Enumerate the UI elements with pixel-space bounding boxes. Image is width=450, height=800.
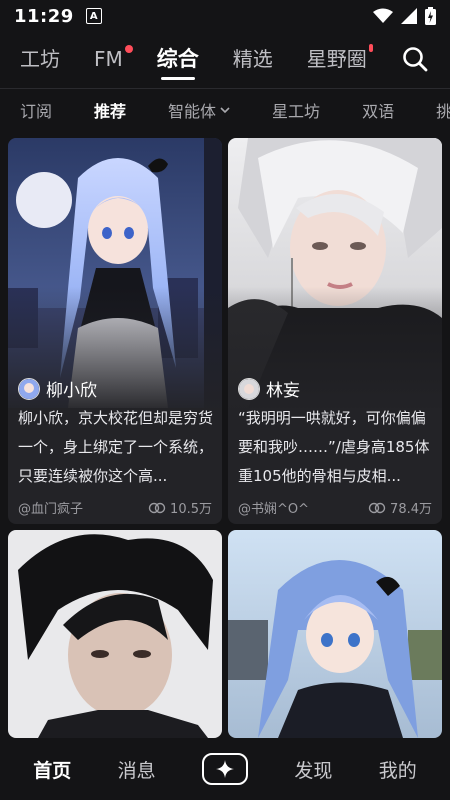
views-icon (368, 502, 386, 513)
tab-label: FM (94, 47, 123, 71)
nav-discover[interactable]: 发现 (294, 756, 332, 783)
subtab-agents[interactable]: 智能体 (168, 98, 230, 122)
character-card[interactable]: 林妄 “我明明一哄就好，可你偏偏要和我吵……”/虐身高185体重105他的骨相与… (228, 138, 442, 524)
signal-icon (401, 8, 417, 24)
view-count-value: 10.5万 (170, 502, 212, 517)
tab-label: 工坊 (20, 47, 60, 71)
character-card[interactable] (228, 530, 442, 738)
author-name: @书娴^O^ (238, 502, 310, 517)
card-title: 柳小欣 (18, 376, 97, 401)
character-card[interactable] (8, 530, 222, 738)
view-count: 10.5万 (148, 498, 212, 517)
chevron-down-icon (220, 107, 230, 114)
card-footer: @血门疯子 10.5万 (18, 498, 212, 517)
subtab-star-workshop[interactable]: 星工坊 (272, 98, 320, 122)
view-count-value: 78.4万 (390, 502, 432, 517)
unread-badge (124, 45, 133, 53)
top-tab-bar: 工坊 FM 综合 精选 星野圈 (0, 38, 450, 80)
subtab-subscribe[interactable]: 订阅 (20, 98, 52, 122)
card-description: 柳小欣，京大校花但却是穷货一个，身上绑定了一个系统，只要连续被你这个高... (18, 409, 214, 485)
author-name: @血门疯子 (18, 502, 84, 517)
sub-tab-bar: 订阅 推荐 智能体 星工坊 双语 挑 (0, 92, 450, 128)
status-bar: 11:29 A (0, 0, 450, 32)
create-button[interactable] (201, 753, 248, 785)
tab-label: 星野圈 (306, 47, 367, 71)
avatar (18, 377, 40, 400)
sparkle-icon (215, 760, 234, 778)
notification-icon: A (85, 8, 102, 24)
avatar (238, 377, 260, 400)
card-footer: @书娴^O^ 78.4万 (238, 498, 432, 517)
views-icon (148, 502, 166, 513)
card-title: 林妄 (238, 376, 300, 401)
wifi-icon (373, 8, 393, 23)
unread-badge (368, 44, 373, 52)
status-icons (373, 7, 436, 25)
view-count: 78.4万 (368, 498, 432, 517)
status-time: 11:29 (14, 5, 74, 27)
subtab-recommend[interactable]: 推荐 (94, 98, 126, 122)
nav-messages[interactable]: 消息 (118, 756, 156, 783)
tab-label: 精选 (232, 47, 273, 71)
search-icon[interactable] (402, 46, 428, 72)
character-image (228, 138, 442, 408)
tab-label: 综合 (156, 47, 199, 71)
tab-comprehensive[interactable]: 综合 (156, 40, 199, 80)
battery-icon (425, 7, 436, 25)
subtab-more[interactable]: 挑 (436, 98, 450, 122)
divider (0, 88, 450, 89)
subtab-label: 订阅 (20, 102, 53, 121)
character-card[interactable]: 柳小欣 柳小欣，京大校花但却是穷货一个，身上绑定了一个系统，只要连续被你这个高.… (8, 138, 222, 524)
character-image (8, 138, 222, 408)
subtab-label: 挑 (436, 102, 450, 121)
card-description: “我明明一哄就好，可你偏偏要和我吵……”/虐身高185体重105他的骨相与皮相.… (238, 409, 430, 485)
subtab-label: 星工坊 (272, 102, 321, 121)
tab-workshop[interactable]: 工坊 (20, 40, 60, 78)
character-name: 柳小欣 (46, 381, 97, 401)
nav-profile[interactable]: 我的 (379, 756, 417, 783)
bottom-nav: 首页 消息 发现 我的 (0, 738, 450, 800)
tab-featured[interactable]: 精选 (233, 40, 273, 78)
tab-fm[interactable]: FM (94, 40, 133, 78)
character-image (228, 530, 442, 738)
subtab-label: 智能体 (168, 102, 217, 121)
subtab-bilingual[interactable]: 双语 (362, 98, 394, 122)
subtab-label: 双语 (362, 102, 395, 121)
character-image (8, 530, 222, 738)
character-name: 林妄 (266, 381, 300, 401)
tab-xingye-circle[interactable]: 星野圈 (306, 40, 373, 78)
subtab-label: 推荐 (94, 102, 127, 121)
nav-home[interactable]: 首页 (33, 756, 71, 783)
